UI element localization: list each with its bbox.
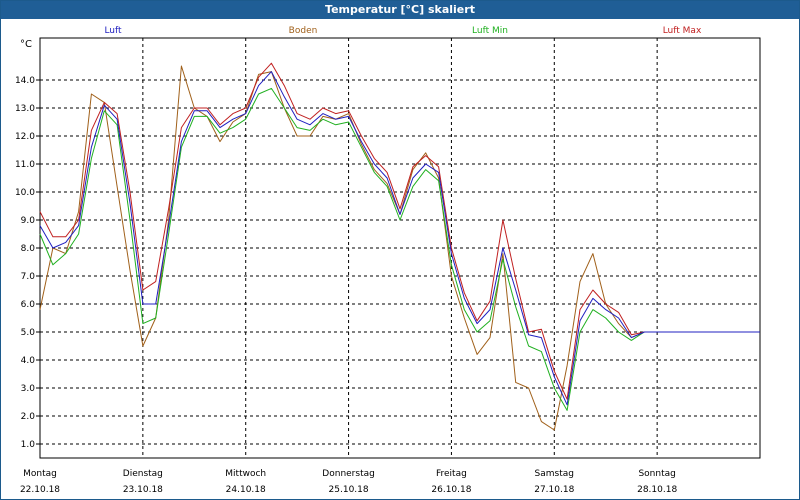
legend-item-luft-min: Luft Min <box>472 26 508 36</box>
x-tick-day-label: Freitag <box>436 469 467 479</box>
y-tick-label: 10.0 <box>15 188 35 198</box>
series-layer <box>39 62 760 431</box>
y-tick-label: 12.0 <box>15 132 35 142</box>
temperature-chart: 1.0 2.0 3.0 4.0 5.0 6.0 7.0 8.0 9.0 10.0 11.0 12.0 1… <box>15 26 761 495</box>
x-tick-date-label: 25.10.18 <box>329 485 369 495</box>
x-tick-date-label: 28.10.18 <box>637 485 677 495</box>
x-tick-date-label: 26.10.18 <box>431 485 471 495</box>
x-tick-day-label: Montag <box>23 469 57 479</box>
y-tick-label: 3.0 <box>21 384 36 394</box>
y-tick-label: 9.0 <box>21 216 36 226</box>
x-tick-day-label: Samstag <box>535 469 574 479</box>
y-tick-label: 8.0 <box>21 244 36 254</box>
y-tick-label: 1.0 <box>21 440 36 450</box>
x-tick-day-label: Dienstag <box>123 469 163 479</box>
y-tick-label: 7.0 <box>21 272 36 282</box>
x-tick-date-label: 24.10.18 <box>226 485 266 495</box>
series-line-luft <box>39 71 760 406</box>
legend-item-luft-max: Luft Max <box>663 26 702 36</box>
legend-layer: Luft Boden Luft Min Luft Max <box>104 26 702 36</box>
y-tick-label: 2.0 <box>21 412 36 422</box>
y-tick-label: 4.0 <box>21 356 36 366</box>
x-tick-day-label: Donnerstag <box>322 469 375 479</box>
x-tick-day-label: Sonntag <box>638 469 675 479</box>
x-tick-date-label: 22.10.18 <box>20 485 60 495</box>
x-tick-date-label: 23.10.18 <box>123 485 163 495</box>
y-tick-label: 11.0 <box>15 160 35 170</box>
y-tick-label: 13.0 <box>15 104 35 114</box>
y-tick-label: 6.0 <box>21 300 36 310</box>
grid-layer <box>39 37 761 459</box>
series-line-luft-min <box>39 87 760 411</box>
y-tick-label: 14.0 <box>15 76 35 86</box>
y-axis-unit: °C <box>20 39 32 50</box>
legend-item-luft: Luft <box>104 26 122 36</box>
x-tick-date-label: 27.10.18 <box>534 485 574 495</box>
x-tick-day-label: Mittwoch <box>225 469 266 479</box>
y-tick-label: 5.0 <box>21 328 36 338</box>
legend-item-boden: Boden <box>289 26 318 36</box>
axis-layer: 1.0 2.0 3.0 4.0 5.0 6.0 7.0 8.0 9.0 10.0 11.0 12.0 1… <box>15 39 678 495</box>
series-line-luft-max <box>39 62 760 400</box>
